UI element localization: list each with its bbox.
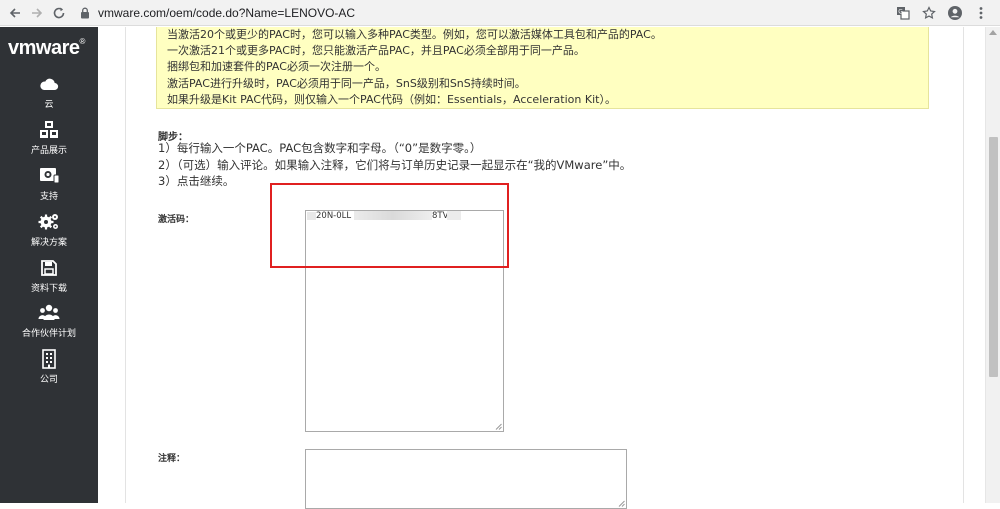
resize-handle-icon[interactable] xyxy=(495,423,502,430)
sidebar-item-company[interactable]: 公司 xyxy=(0,349,98,393)
notice-line: 激活PAC进行升级时，PAC必须用于同一产品，SnS级别和SnS持续时间。 xyxy=(167,76,526,90)
notice-line: 如果升级是Kit PAC代码，则仅输入一个PAC代码（例如：Essentials… xyxy=(167,92,616,106)
star-icon[interactable] xyxy=(916,2,942,24)
sidebar-item-label: 解决方案 xyxy=(30,238,67,248)
floppy-icon xyxy=(38,258,60,278)
address-bar[interactable]: vmware.com/oem/code.do?Name=LENOVO-AC xyxy=(78,3,890,23)
translate-icon[interactable]: G xyxy=(890,2,916,24)
browser-toolbar: vmware.com/oem/code.do?Name=LENOVO-AC G xyxy=(0,0,1000,26)
arrow-left-icon[interactable] xyxy=(4,2,26,24)
cubes-icon xyxy=(38,120,60,140)
card-border-left xyxy=(125,27,126,503)
highlight-annotation xyxy=(270,183,509,268)
cloud-icon xyxy=(38,74,60,94)
scroll-up-icon[interactable] xyxy=(989,30,997,35)
notice-line: 捆绑包和加速套件的PAC必须一次注册一个。 xyxy=(167,60,386,74)
sidebar-item-partners[interactable]: 合作伙伴计划 xyxy=(0,303,98,347)
support-icon xyxy=(38,166,60,186)
step-item: 1）每行输入一个PAC。PAC包含数字和字母。（“0”是数字零。） xyxy=(158,141,482,155)
more-menu-icon[interactable] xyxy=(968,2,994,24)
sidebar-item-support[interactable]: 支持 xyxy=(0,166,98,210)
sidebar-item-solutions[interactable]: 解决方案 xyxy=(0,212,98,256)
main-content: 当激活20个或更少的PAC时，您可以输入多种PAC类型。例如，您可以激活媒体工具… xyxy=(98,27,985,509)
sidebar-item-label: 云 xyxy=(44,100,54,110)
sidebar-item-cloud[interactable]: 云 xyxy=(0,74,98,118)
notice-line: 一次激活21个或更多PAC时，您只能激活产品PAC，并且PAC必须全部用于同一产… xyxy=(167,44,585,58)
sidebar-item-label: 支持 xyxy=(39,192,58,202)
card-border-right xyxy=(963,27,964,503)
building-icon xyxy=(38,349,60,369)
activation-code-label: 激活码： xyxy=(158,215,195,225)
reload-icon[interactable] xyxy=(48,2,70,24)
resize-handle-icon[interactable] xyxy=(618,500,625,507)
sidebar-item-label: 产品展示 xyxy=(30,146,67,156)
svg-text:G: G xyxy=(898,8,903,15)
people-icon xyxy=(38,303,60,323)
scroll-thumb[interactable] xyxy=(989,137,998,377)
page-scrollbar[interactable] xyxy=(985,27,1000,503)
note-textarea[interactable] xyxy=(305,449,627,509)
sidebar-item-downloads[interactable]: 资料下载 xyxy=(0,258,98,302)
gears-icon xyxy=(38,212,60,232)
account-icon[interactable] xyxy=(942,2,968,24)
arrow-right-icon[interactable] xyxy=(26,2,48,24)
vmware-logo[interactable]: vmware® xyxy=(8,37,92,59)
notice-line: 当激活20个或更少的PAC时，您可以输入多种PAC类型。例如，您可以激活媒体工具… xyxy=(167,28,662,41)
url-text: vmware.com/oem/code.do?Name=LENOVO-AC xyxy=(98,5,356,20)
step-item: 2）（可选）输入评论。如果输入注释，它们将与订单历史记录一起显示在“我的VMwa… xyxy=(158,157,632,172)
sidebar-item-label: 资料下载 xyxy=(30,284,67,294)
notice-box: 当激活20个或更少的PAC时，您可以输入多种PAC类型。例如，您可以激活媒体工具… xyxy=(156,27,929,109)
sidebar-item-label: 公司 xyxy=(39,375,58,385)
sidebar: vmware® 云 产品展示 支持 解决方案 资料下载 合作伙伴计划 公司 xyxy=(0,27,98,503)
sidebar-item-products[interactable]: 产品展示 xyxy=(0,120,98,164)
sidebar-item-label: 合作伙伴计划 xyxy=(21,329,76,339)
note-label: 注释： xyxy=(158,454,186,464)
lock-icon xyxy=(78,6,92,20)
logo-text: vmware xyxy=(8,37,80,59)
